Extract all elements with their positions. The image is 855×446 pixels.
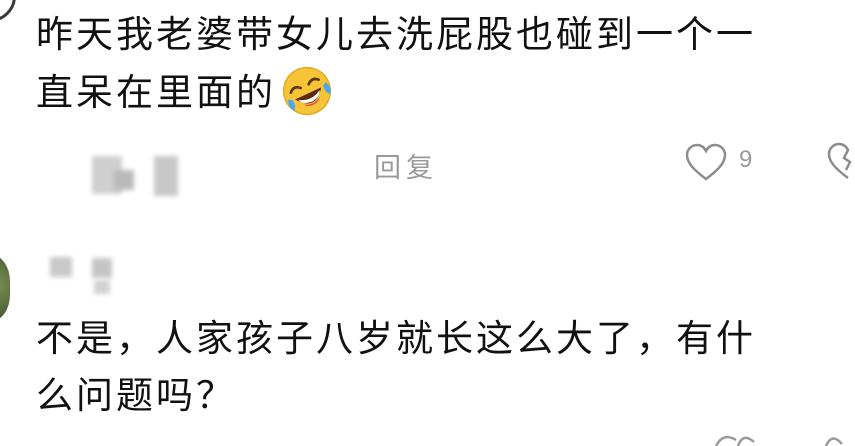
comment-text-fragment: 直呆在里面的 [36,71,276,114]
comment-text-line: 直呆在里面的 [36,64,334,121]
action-icons-cropped [714,435,843,446]
reply-button[interactable]: 回复 [374,146,438,185]
heart-outline-icon[interactable] [684,142,728,182]
avatar[interactable] [0,255,10,321]
blurred-username [92,258,112,278]
like-count: 9 [739,146,753,173]
comment-text-line: 么问题吗？ [36,374,236,417]
comment-text-line: 昨天我老婆带女儿去洗屁股也碰到一个一 [36,13,756,56]
broken-heart-outline-icon[interactable] [826,140,855,182]
blurred-username [50,257,72,277]
blurred-username [114,170,134,190]
blurred-username [94,280,110,294]
rofl-emoji-icon [282,66,332,115]
comment-text-line: 不是，人家孩子八岁就长这么大了，有什 [36,317,756,360]
avatar[interactable] [0,0,16,22]
blurred-username [154,156,178,196]
